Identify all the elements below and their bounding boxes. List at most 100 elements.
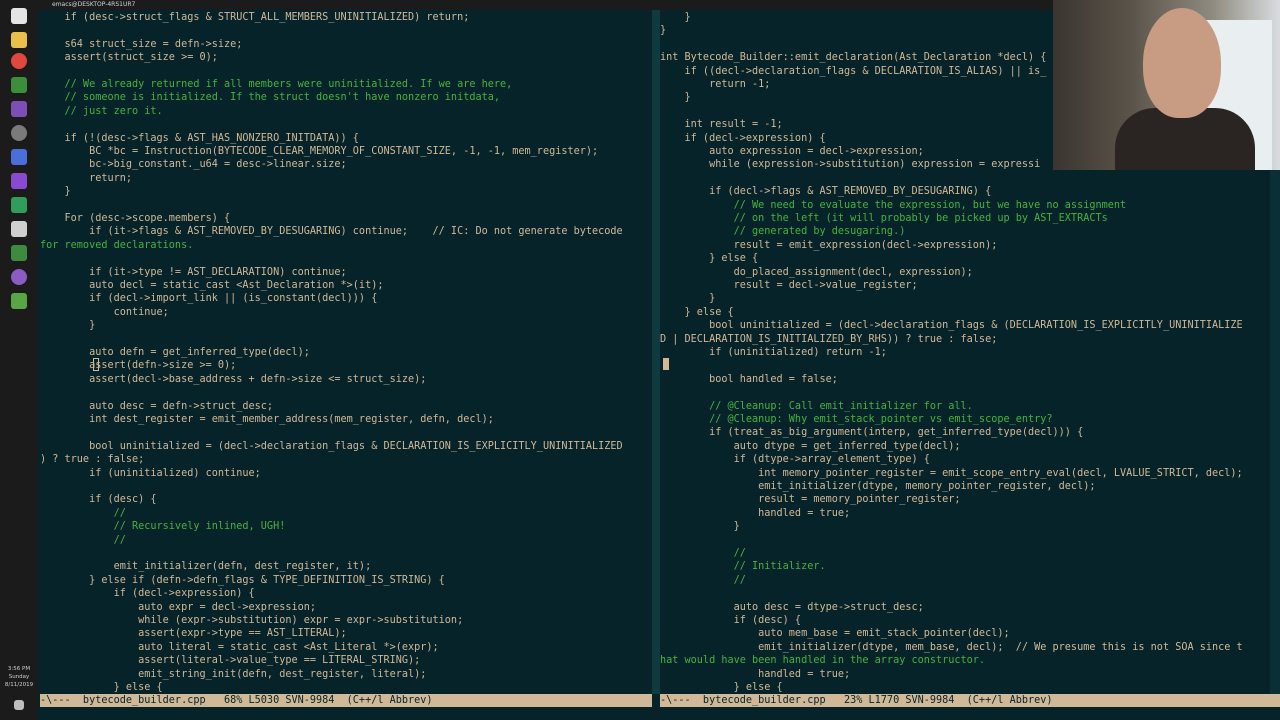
code-line[interactable]: return;	[40, 172, 132, 185]
code-line[interactable]: if (decl->expression) {	[660, 132, 826, 145]
code-line[interactable]: int Bytecode_Builder::emit_declaration(A…	[660, 51, 1046, 64]
app-icon[interactable]	[11, 173, 27, 189]
minibuffer[interactable]	[38, 707, 1280, 720]
emacs-icon[interactable]	[11, 269, 27, 285]
code-line[interactable]: assert(literal->value_type == LITERAL_ST…	[40, 654, 420, 667]
code-line[interactable]: }	[40, 319, 95, 332]
code-line[interactable]: assert(decl->base_address + defn->size <…	[40, 373, 426, 386]
code-line[interactable]: handled = true;	[660, 507, 850, 520]
code-line[interactable]: if (desc) {	[40, 493, 156, 506]
code-line[interactable]: auto decl = static_cast <Ast_Declaration…	[40, 279, 383, 292]
gear-icon[interactable]	[11, 125, 27, 141]
code-line[interactable]: hat would have been handled in the array…	[660, 654, 985, 667]
code-line[interactable]: do_placed_assignment(decl, expression);	[660, 266, 973, 279]
code-line[interactable]: auto expression = decl->expression;	[660, 145, 924, 158]
app-icon[interactable]	[11, 77, 27, 93]
code-line[interactable]: if (!(desc->flags & AST_HAS_NONZERO_INIT…	[40, 132, 359, 145]
code-line[interactable]: }	[660, 24, 666, 37]
code-line[interactable]: //	[40, 507, 126, 520]
code-line[interactable]: result = decl->value_register;	[660, 279, 918, 292]
code-line[interactable]: } else {	[40, 681, 163, 694]
code-line[interactable]: }	[660, 91, 691, 104]
code-line[interactable]: int dest_register = emit_member_address(…	[40, 413, 494, 426]
code-line[interactable]: handled = true;	[660, 668, 850, 681]
code-line[interactable]: assert(struct_size >= 0);	[40, 51, 218, 64]
code-line[interactable]: s64 struct_size = defn->size;	[40, 38, 243, 51]
code-line[interactable]: if (dtype->array_element_type) {	[660, 453, 930, 466]
code-line[interactable]: ) ? true : false;	[40, 453, 144, 466]
code-line[interactable]: } else {	[660, 681, 783, 694]
code-line[interactable]: //	[40, 534, 126, 547]
app-icon[interactable]	[11, 245, 27, 261]
code-line[interactable]: auto desc = dtype->struct_desc;	[660, 601, 924, 614]
code-line[interactable]: bool handled = false;	[660, 373, 838, 386]
code-line[interactable]: int memory_pointer_register = emit_scope…	[660, 467, 1243, 480]
code-line[interactable]: if (it->flags & AST_REMOVED_BY_DESUGARIN…	[40, 225, 623, 238]
code-line[interactable]: if (treat_as_big_argument(interp, get_in…	[660, 426, 1083, 439]
code-line[interactable]: if (decl->flags & AST_REMOVED_BY_DESUGAR…	[660, 185, 991, 198]
code-line[interactable]: if ((decl->declaration_flags & DECLARATI…	[660, 65, 1047, 78]
code-line[interactable]: result = emit_expression(decl->expressio…	[660, 239, 998, 252]
code-line[interactable]: // Initializer.	[660, 560, 826, 573]
code-line[interactable]: // We already returned if all members we…	[40, 78, 513, 91]
notification-icon[interactable]	[14, 700, 24, 710]
code-line[interactable]: if (uninitialized) continue;	[40, 467, 261, 480]
chrome-icon[interactable]	[11, 53, 27, 69]
code-line[interactable]: // generated by desugaring.)	[660, 225, 906, 238]
code-line[interactable]: result = memory_pointer_register;	[660, 493, 960, 506]
app-icon[interactable]	[11, 197, 27, 213]
clock-time[interactable]: 3:56 PM	[0, 665, 38, 673]
code-line[interactable]: // Recursively inlined, UGH!	[40, 520, 286, 533]
code-line[interactable]: auto mem_base = emit_stack_pointer(decl)…	[660, 627, 1009, 640]
code-line[interactable]: emit_initializer(dtype, memory_pointer_r…	[660, 480, 1095, 493]
code-line[interactable]: auto desc = defn->struct_desc;	[40, 400, 273, 413]
code-line[interactable]: // just zero it.	[40, 105, 163, 118]
code-line[interactable]: if (decl->import_link || (is_constant(de…	[40, 292, 377, 305]
code-line[interactable]: } else {	[660, 306, 734, 319]
app-icon[interactable]	[11, 101, 27, 117]
app-icon[interactable]	[11, 149, 27, 165]
code-line[interactable]: while (expr->substitution) expr = expr->…	[40, 614, 463, 627]
code-line[interactable]: //	[660, 574, 746, 587]
code-line[interactable]: while (expression->substitution) express…	[660, 158, 1040, 171]
code-line[interactable]: auto dtype = get_inferred_type(decl);	[660, 440, 961, 453]
windows-start-icon[interactable]	[11, 8, 27, 24]
code-line[interactable]: auto expr = decl->expression;	[40, 601, 316, 614]
code-line[interactable]: bc->big_constant._u64 = desc->linear.siz…	[40, 158, 347, 171]
app-icon[interactable]	[11, 293, 27, 309]
code-line[interactable]: For (desc->scope.members) {	[40, 212, 231, 225]
code-line[interactable]: emit_initializer(dtype, mem_base, decl);…	[660, 641, 1243, 654]
code-line[interactable]: emit_string_init(defn, dest_register, li…	[40, 668, 426, 681]
code-line[interactable]: if (decl->expression) {	[40, 587, 255, 600]
code-line[interactable]: // @Cleanup: Call emit_initializer for a…	[660, 400, 973, 413]
code-line[interactable]: if (it->type != AST_DECLARATION) continu…	[40, 266, 347, 279]
code-line[interactable]: // someone is initialized. If the struct…	[40, 91, 500, 104]
code-line[interactable]: assert(expr->type == AST_LITERAL);	[40, 627, 347, 640]
code-line[interactable]: // @Cleanup: Why emit_stack_pointer vs e…	[660, 413, 1052, 426]
code-line[interactable]: // on the left (it will probably be pick…	[660, 212, 1108, 225]
code-line[interactable]: emit_initializer(defn, dest_register, it…	[40, 560, 372, 573]
code-line[interactable]: }	[660, 520, 740, 533]
code-line[interactable]: auto defn = get_inferred_type(decl);	[40, 346, 310, 359]
code-line[interactable]: if (desc) {	[660, 614, 801, 627]
code-line[interactable]: auto literal = static_cast <Ast_Literal …	[40, 641, 439, 654]
code-line[interactable]: if (uninitialized) return -1;	[660, 346, 887, 359]
code-line[interactable]: bool uninitialized = (decl->declaration_…	[660, 319, 1243, 332]
app-icon[interactable]	[11, 221, 27, 237]
code-line[interactable]: // We need to evaluate the expression, b…	[660, 199, 1127, 212]
file-explorer-icon[interactable]	[11, 32, 27, 48]
code-line[interactable]: }	[660, 292, 715, 305]
code-line[interactable]: continue;	[40, 306, 169, 319]
window-divider[interactable]	[652, 10, 660, 694]
code-line[interactable]: return -1;	[660, 78, 770, 91]
code-line[interactable]: if (desc->struct_flags & STRUCT_ALL_MEMB…	[40, 11, 470, 24]
editor-pane-left[interactable]: if (desc->struct_flags & STRUCT_ALL_MEMB…	[40, 10, 652, 694]
code-line[interactable]: assert(defn->size >= 0);	[40, 359, 236, 372]
code-line[interactable]: bool uninitialized = (decl->declaration_…	[40, 440, 623, 453]
code-line[interactable]: D | DECLARATION_IS_INITIALIZED_BY_RHS)) …	[660, 333, 997, 346]
code-line[interactable]: } else {	[660, 252, 758, 265]
code-line[interactable]: }	[660, 11, 691, 24]
code-line[interactable]: }	[40, 185, 71, 198]
code-line[interactable]: BC *bc = Instruction(BYTECODE_CLEAR_MEMO…	[40, 145, 598, 158]
code-line[interactable]: //	[660, 547, 746, 560]
